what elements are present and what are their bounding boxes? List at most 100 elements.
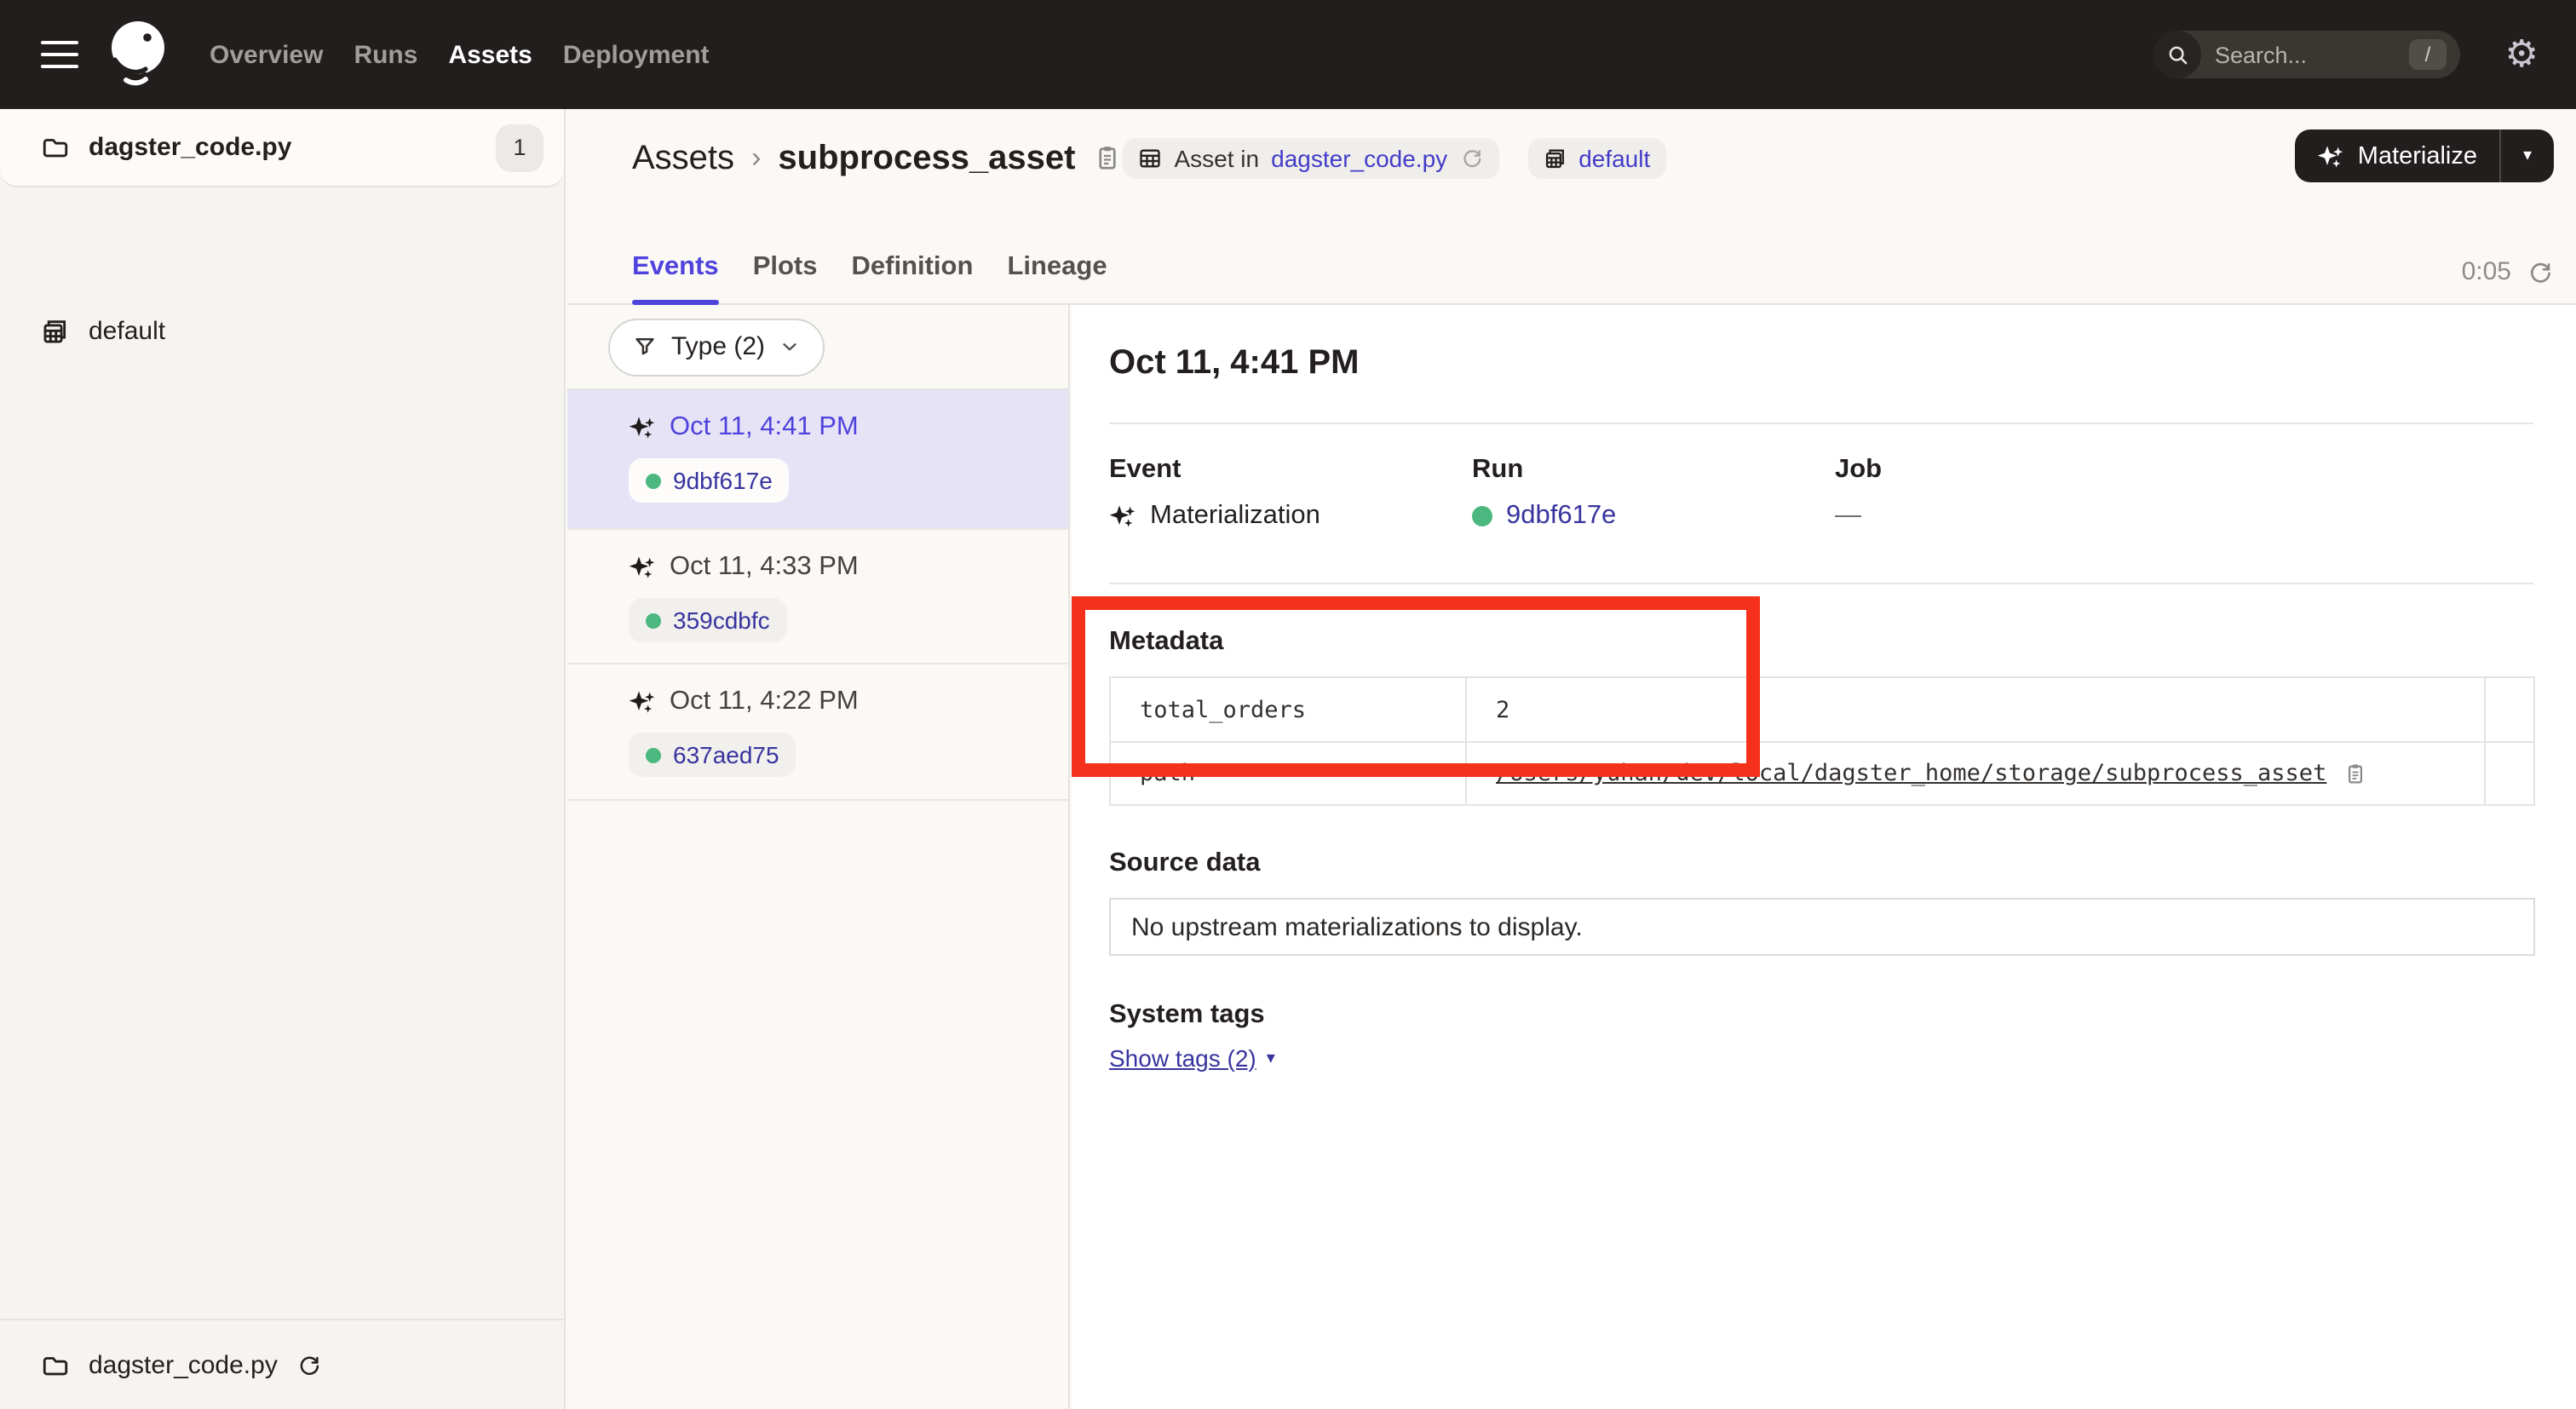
event-time: Oct 11, 4:22 PM bbox=[670, 687, 859, 717]
event-time: Oct 11, 4:33 PM bbox=[670, 552, 859, 583]
divider bbox=[1109, 583, 2533, 584]
show-tags-toggle[interactable]: Show tags (2) ▾ bbox=[1109, 1044, 1275, 1072]
search-shortcut-badge: / bbox=[2409, 39, 2447, 70]
asset-count-badge: 1 bbox=[496, 124, 543, 171]
metadata-heading: Metadata bbox=[1109, 627, 1223, 658]
sidebar-item-default-group[interactable]: default bbox=[0, 300, 564, 361]
sidebar-footer-code-location[interactable]: dagster_code.py bbox=[0, 1319, 564, 1409]
system-tags-heading: System tags bbox=[1109, 1000, 1265, 1031]
hamburger-menu-icon[interactable] bbox=[41, 40, 78, 69]
event-list-item[interactable]: Oct 11, 4:33 PM 359cdbfc bbox=[567, 530, 1068, 664]
table-row: path /Users/yuhan/dev/local/dagster_home… bbox=[1111, 741, 2533, 804]
chevron-down-icon bbox=[779, 336, 801, 358]
run-id-link: 359cdbfc bbox=[673, 607, 770, 634]
event-label: Event bbox=[1109, 455, 1472, 486]
timer-value: 0:05 bbox=[2462, 257, 2511, 286]
event-detail-panel: Oct 11, 4:41 PM Event Materialization Ru… bbox=[1072, 305, 2576, 1409]
materialize-button[interactable]: Materialize bbox=[2295, 129, 2499, 182]
copy-icon[interactable] bbox=[1093, 143, 1124, 174]
asset-group-icon bbox=[41, 316, 70, 345]
metadata-key: path bbox=[1111, 743, 1467, 804]
reload-icon[interactable] bbox=[2527, 258, 2554, 285]
tab-lineage[interactable]: Lineage bbox=[1007, 232, 1107, 303]
materialization-sparkle-icon bbox=[629, 554, 656, 581]
event-type-value: Materialization bbox=[1150, 501, 1320, 532]
run-label: Run bbox=[1472, 455, 1835, 486]
event-summary-columns: Event Materialization Run 9dbf617e Job — bbox=[1109, 455, 2533, 532]
sidebar-code-location[interactable]: dagster_code.py 1 bbox=[0, 109, 564, 187]
tab-definition[interactable]: Definition bbox=[852, 232, 974, 303]
asset-tabs: Events Plots Definition Lineage bbox=[632, 232, 1107, 303]
run-status-dot bbox=[646, 747, 661, 762]
group-link[interactable]: default bbox=[1578, 145, 1650, 172]
table-row: total_orders 2 bbox=[1111, 678, 2533, 741]
materialization-sparkle-icon bbox=[1109, 503, 1136, 530]
run-status-dot bbox=[646, 473, 661, 488]
nav-item-deployment[interactable]: Deployment bbox=[563, 40, 710, 69]
run-id-link[interactable]: 9dbf617e bbox=[1506, 501, 1616, 532]
dagster-logo[interactable] bbox=[101, 14, 175, 95]
materialize-label: Materialize bbox=[2358, 142, 2477, 170]
tab-events[interactable]: Events bbox=[632, 232, 719, 303]
asset-page-header: Assets › subprocess_asset Asset in dagst… bbox=[567, 109, 2576, 305]
caret-down-icon: ▾ bbox=[1267, 1049, 1275, 1067]
asset-group-tag[interactable]: default bbox=[1527, 138, 1665, 179]
run-status-dot bbox=[646, 612, 661, 628]
event-detail-title: Oct 11, 4:41 PM bbox=[1109, 344, 1360, 383]
metadata-extra-cell bbox=[2486, 743, 2533, 804]
nav-item-runs[interactable]: Runs bbox=[354, 40, 417, 69]
source-data-empty-box: No upstream materializations to display. bbox=[1109, 898, 2535, 956]
run-id-tag[interactable]: 9dbf617e bbox=[629, 458, 790, 503]
event-list-item[interactable]: Oct 11, 4:22 PM 637aed75 bbox=[567, 664, 1068, 801]
asset-definition-tag[interactable]: Asset in dagster_code.py bbox=[1124, 138, 1499, 179]
metadata-extra-cell bbox=[2486, 678, 2533, 741]
materialize-split-button: Materialize ▾ bbox=[2295, 129, 2554, 182]
run-id-link: 9dbf617e bbox=[673, 467, 773, 494]
event-column: Event Materialization bbox=[1109, 455, 1472, 532]
metadata-table: total_orders 2 path /Users/yuhan/dev/loc… bbox=[1109, 676, 2535, 806]
code-location-link[interactable]: dagster_code.py bbox=[1271, 145, 1447, 172]
run-id-tag[interactable]: 637aed75 bbox=[629, 733, 796, 777]
table-icon bbox=[1139, 147, 1163, 170]
job-label: Job bbox=[1835, 455, 2533, 486]
materialization-sparkle-icon bbox=[629, 688, 656, 716]
metadata-value: 2 bbox=[1467, 678, 2486, 741]
search-icon bbox=[2153, 31, 2201, 78]
copy-icon[interactable] bbox=[2342, 761, 2367, 786]
source-data-heading: Source data bbox=[1109, 848, 1260, 879]
type-filter-dropdown[interactable]: Type (2) bbox=[608, 318, 825, 376]
gear-icon[interactable]: ⚙ bbox=[2505, 36, 2539, 73]
reload-icon[interactable] bbox=[296, 1352, 322, 1377]
asset-sidebar: dagster_code.py 1 default dagster_code.p… bbox=[0, 109, 566, 1409]
reload-icon[interactable] bbox=[1459, 147, 1483, 170]
event-list-item[interactable]: Oct 11, 4:41 PM 9dbf617e bbox=[567, 390, 1068, 530]
show-tags-label: Show tags (2) bbox=[1109, 1044, 1256, 1072]
run-id-tag[interactable]: 359cdbfc bbox=[629, 598, 787, 642]
dagster-app: Overview Runs Assets Deployment Search..… bbox=[0, 0, 2576, 1409]
metadata-path-link[interactable]: /Users/yuhan/dev/local/dagster_home/stor… bbox=[1496, 760, 2326, 787]
job-column: Job — bbox=[1835, 455, 2533, 532]
breadcrumb-assets-link[interactable]: Assets bbox=[632, 139, 734, 178]
type-filter-label: Type (2) bbox=[671, 332, 765, 361]
code-location-label: dagster_code.py bbox=[89, 133, 291, 162]
tab-plots[interactable]: Plots bbox=[753, 232, 818, 303]
materialize-dropdown-button[interactable]: ▾ bbox=[2501, 129, 2554, 182]
search-placeholder: Search... bbox=[2215, 42, 2307, 67]
nav-item-assets[interactable]: Assets bbox=[448, 40, 532, 69]
asset-group-label: default bbox=[89, 316, 165, 345]
nav-item-overview[interactable]: Overview bbox=[210, 40, 323, 69]
folder-icon bbox=[41, 133, 70, 162]
asset-tag-prefix: Asset in bbox=[1175, 145, 1260, 172]
divider bbox=[1109, 423, 2533, 424]
footer-code-location-label: dagster_code.py bbox=[89, 1350, 278, 1379]
event-filter-row: Type (2) bbox=[567, 305, 1068, 390]
search-input[interactable]: Search... / bbox=[2153, 31, 2460, 78]
event-time: Oct 11, 4:41 PM bbox=[670, 412, 859, 443]
folder-icon bbox=[41, 1350, 70, 1379]
run-status-dot bbox=[1472, 506, 1492, 526]
run-id-link: 637aed75 bbox=[673, 741, 779, 768]
materialization-sparkle-icon bbox=[629, 414, 656, 441]
auto-refresh-timer: 0:05 bbox=[2462, 257, 2554, 286]
event-list-panel: Type (2) Oct 11, 4:41 PM 9dbf617e Oct 11… bbox=[567, 305, 1070, 1409]
breadcrumb: Assets › subprocess_asset Asset in dagst… bbox=[632, 109, 2554, 208]
